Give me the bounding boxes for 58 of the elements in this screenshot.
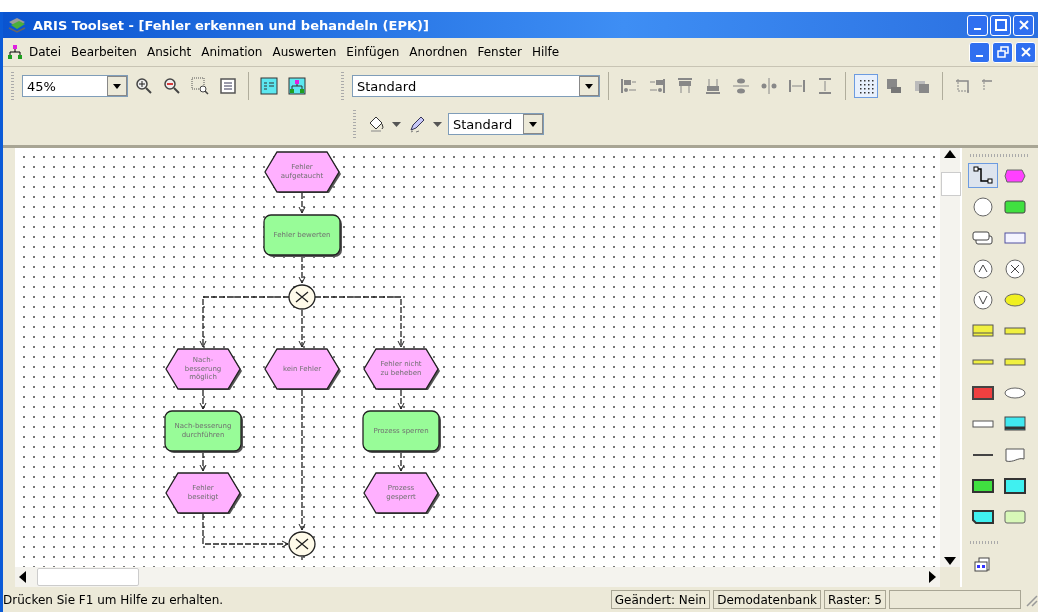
app-logo-icon	[7, 16, 27, 34]
caret-icon	[113, 83, 121, 89]
status-pane: Raster: 5	[824, 590, 886, 609]
caret-icon[interactable]	[433, 121, 442, 127]
xor-connector	[288, 530, 316, 558]
style-combo[interactable]: Standard	[352, 75, 600, 97]
minimize-button[interactable]	[969, 41, 990, 63]
xor-connector	[288, 283, 316, 311]
resize-grip-icon[interactable]	[1024, 592, 1038, 607]
model-view-icon[interactable]	[285, 74, 309, 98]
connector-line	[199, 451, 207, 472]
hierarchy-icon[interactable]	[7, 44, 23, 60]
menu-item[interactable]: Animation	[197, 43, 267, 61]
close-icon	[1017, 19, 1030, 31]
menu-item[interactable]: Auswerten	[268, 43, 341, 61]
close-button[interactable]	[1013, 14, 1034, 36]
scroll-thumb[interactable]	[37, 568, 139, 586]
list-view-icon[interactable]	[257, 74, 281, 98]
scroll-left-icon[interactable]	[19, 571, 26, 583]
menu-item[interactable]: Anordnen	[405, 43, 472, 61]
menu-item[interactable]: Ansicht	[142, 43, 196, 61]
connector-line	[397, 451, 405, 472]
scroll-up-icon[interactable]	[944, 150, 956, 158]
connector-line	[298, 255, 306, 284]
maximize-icon	[994, 19, 1007, 31]
caret-icon	[529, 121, 537, 127]
horizontal-scrollbar[interactable]	[15, 567, 940, 587]
menu-item[interactable]: Bearbeiten	[67, 43, 141, 61]
scroll-thumb[interactable]	[941, 172, 961, 196]
line-style-combo[interactable]: Standard	[448, 113, 544, 135]
caret-icon[interactable]	[392, 121, 401, 127]
vertical-scrollbar[interactable]	[940, 148, 960, 567]
menu-item[interactable]: Datei	[25, 43, 65, 61]
grid-toggle-icon[interactable]	[854, 74, 878, 98]
restore-button[interactable]	[992, 41, 1013, 63]
status-pane: Demodatenbank	[713, 590, 821, 609]
minimize-icon	[974, 28, 981, 30]
menu-item[interactable]: Einfügen	[342, 43, 404, 61]
connector-line	[397, 389, 405, 410]
menu-item[interactable]: Fenster	[473, 43, 526, 61]
minimize-button[interactable]	[967, 14, 988, 36]
connector-tool-icon[interactable]	[968, 163, 998, 188]
caret-icon	[585, 83, 593, 89]
connector-line	[298, 192, 306, 214]
status-pane: Geändert: Nein	[610, 590, 711, 609]
scroll-right-icon[interactable]	[929, 571, 936, 583]
zoom-combo[interactable]: 45%	[22, 75, 128, 97]
status-message: Drücken Sie F1 um Hilfe zu erhalten.	[3, 592, 225, 607]
menu-item[interactable]: Hilfe	[527, 43, 564, 61]
close-icon	[1019, 46, 1032, 58]
restore-icon	[996, 46, 1009, 58]
connector-line	[199, 389, 207, 410]
close-button[interactable]	[1015, 41, 1036, 63]
minimize-icon	[976, 55, 983, 57]
maximize-button[interactable]	[990, 14, 1011, 36]
scroll-down-icon[interactable]	[944, 557, 956, 565]
window-title: ARIS Toolset - [Fehler erkennen und behandeln (EPK)]	[33, 17, 430, 33]
connector-line	[298, 309, 306, 348]
